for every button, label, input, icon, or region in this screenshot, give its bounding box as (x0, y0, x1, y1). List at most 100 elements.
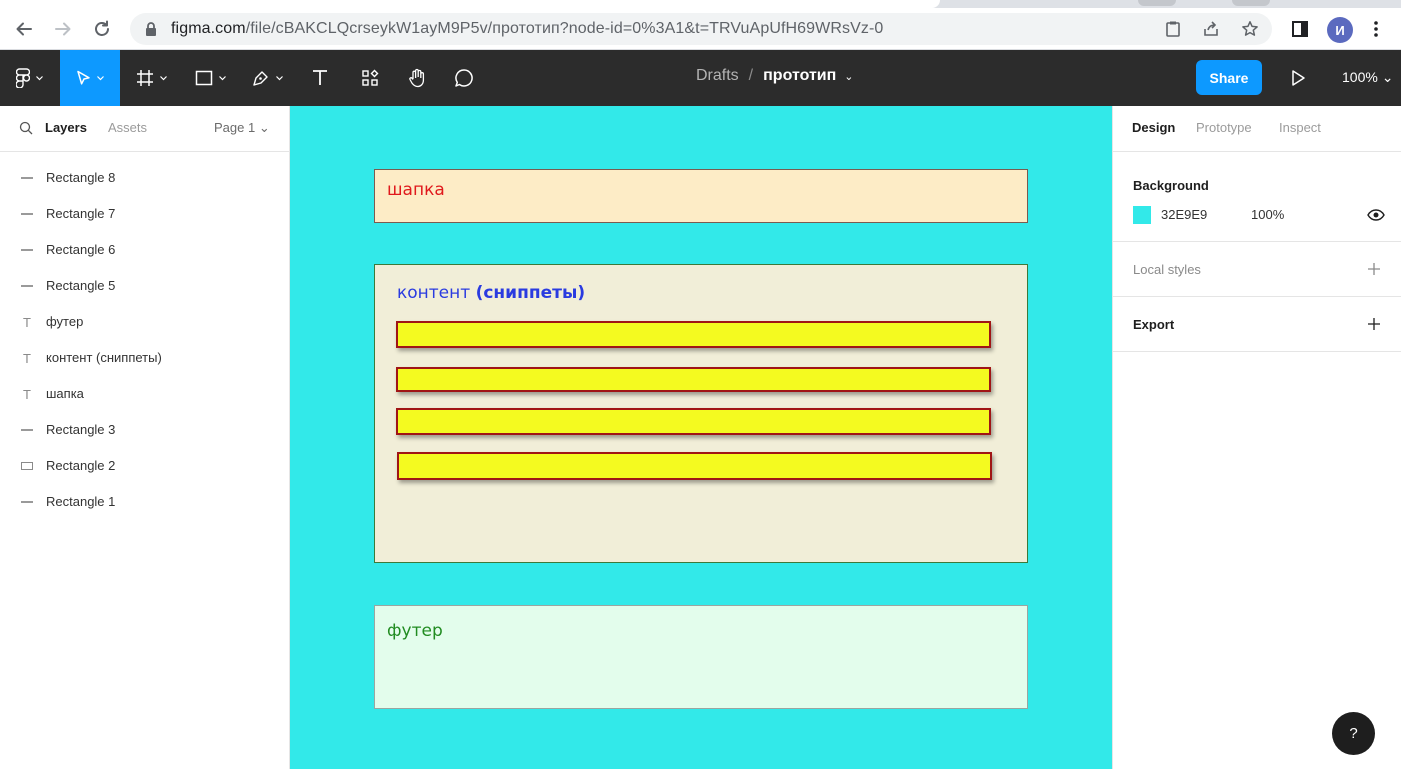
layer-name: Rectangle 1 (46, 494, 116, 509)
header-rectangle[interactable]: шапка (374, 169, 1028, 223)
footer-rectangle[interactable]: футер (374, 605, 1028, 709)
resources-tool[interactable] (350, 50, 390, 106)
move-tool[interactable] (60, 50, 120, 106)
frame-tool[interactable] (126, 50, 176, 106)
layer-row[interactable]: Rectangle 2 (0, 448, 289, 484)
background-hex-input[interactable]: 32E9E9 (1161, 207, 1207, 222)
page-label: Page 1 (214, 120, 256, 135)
content-label-bold: (сниппеты) (475, 283, 586, 303)
text-tool[interactable] (300, 50, 340, 106)
browser-tab[interactable] (1232, 0, 1270, 6)
frame-icon (136, 70, 153, 86)
tab-prototype[interactable]: Prototype (1196, 120, 1252, 135)
clipboard-icon[interactable] (1164, 20, 1182, 38)
tab-layers[interactable]: Layers (45, 120, 87, 135)
rectangle-icon (20, 460, 34, 472)
chevron-down-icon: ⌄ (258, 120, 270, 135)
help-button[interactable]: ? (1332, 712, 1375, 755)
right-panel-tabs: Design Prototype Inspect (1113, 106, 1401, 152)
snippet-rectangle[interactable] (396, 408, 991, 435)
content-text-layer[interactable]: контент (сниппеты) (397, 283, 585, 303)
eye-icon[interactable] (1367, 207, 1385, 223)
layer-name: Rectangle 7 (46, 206, 116, 221)
layer-row[interactable]: Rectangle 3 (0, 412, 289, 448)
text-icon: T (23, 314, 31, 330)
layer-row[interactable]: Tконтент (сниппеты) (0, 340, 289, 376)
side-panel-icon (1292, 21, 1308, 37)
text-icon: T (23, 350, 31, 366)
url-text: figma.com/file/cBAKCLQcrseykW1ayM9P5v/пр… (171, 20, 883, 38)
comment-icon (455, 69, 473, 87)
file-name[interactable]: прототип (763, 67, 836, 84)
main-menu-button[interactable] (0, 50, 58, 106)
snippet-rectangle[interactable] (397, 452, 992, 480)
background-opacity-input[interactable]: 100% (1251, 207, 1284, 222)
zoom-dropdown[interactable]: 100% ⌄ (1342, 69, 1393, 86)
comment-tool[interactable] (444, 50, 484, 106)
browser-active-tab[interactable] (0, 0, 940, 8)
lock-icon (146, 22, 156, 36)
text-icon: T (23, 386, 31, 402)
url-path: /file/cBAKCLQcrseykW1ayM9P5v/прототип?no… (245, 20, 884, 37)
chevron-down-icon (218, 75, 226, 80)
layer-row[interactable]: Tфутер (0, 304, 289, 340)
export-section: Export (1113, 297, 1401, 352)
layer-row[interactable]: Rectangle 1 (0, 484, 289, 520)
address-bar[interactable]: figma.com/file/cBAKCLQcrseykW1ayM9P5v/пр… (130, 13, 1272, 45)
layer-row[interactable]: Rectangle 6 (0, 232, 289, 268)
browser-menu-button[interactable] (1366, 17, 1386, 41)
browser-tab[interactable] (1138, 0, 1176, 6)
layer-row[interactable]: Tшапка (0, 376, 289, 412)
text-icon (313, 70, 327, 85)
layer-name: Rectangle 5 (46, 278, 116, 293)
rectangle-icon (195, 70, 212, 86)
file-breadcrumb[interactable]: Drafts / прототип ⌄ (696, 67, 854, 85)
left-panel-tabs: Layers Assets Page 1 ⌄ (0, 106, 289, 152)
tab-design[interactable]: Design (1132, 120, 1175, 135)
color-swatch[interactable] (1133, 206, 1151, 224)
pen-tool[interactable] (242, 50, 292, 106)
star-icon[interactable] (1241, 20, 1259, 38)
shape-tool[interactable] (184, 50, 236, 106)
line-icon (20, 280, 34, 292)
layer-row[interactable]: Rectangle 7 (0, 196, 289, 232)
profile-avatar[interactable]: И (1327, 17, 1353, 43)
plus-icon[interactable] (1367, 317, 1381, 331)
content-rectangle[interactable]: контент (сниппеты) (374, 264, 1028, 563)
page-selector[interactable]: Page 1 ⌄ (214, 120, 270, 136)
hand-tool[interactable] (398, 50, 438, 106)
layer-row[interactable]: Rectangle 5 (0, 268, 289, 304)
back-button[interactable] (12, 17, 36, 41)
present-play-icon[interactable] (1288, 68, 1308, 88)
plus-icon[interactable] (1367, 262, 1381, 276)
side-panel-button[interactable] (1288, 17, 1312, 41)
design-canvas[interactable]: шапка контент (сниппеты) футер (290, 106, 1112, 769)
tab-assets[interactable]: Assets (108, 120, 147, 135)
breadcrumb-separator: / (748, 67, 754, 84)
search-icon[interactable] (19, 121, 33, 135)
chevron-down-icon (35, 75, 43, 80)
snippet-rectangle[interactable] (396, 367, 991, 392)
zoom-level: 100% (1342, 69, 1378, 85)
layer-row[interactable]: Rectangle 8 (0, 160, 289, 196)
share-button[interactable]: Share (1196, 60, 1262, 95)
forward-button[interactable] (51, 17, 75, 41)
footer-text-layer[interactable]: футер (387, 621, 443, 641)
components-icon (362, 69, 379, 86)
layer-name: Rectangle 8 (46, 170, 116, 185)
snippet-rectangle[interactable] (396, 321, 991, 348)
figma-logo-icon (15, 68, 30, 88)
line-icon (20, 244, 34, 256)
breadcrumb-drafts[interactable]: Drafts (696, 67, 739, 84)
chevron-down-icon: ⌄ (1381, 69, 1394, 85)
share-icon[interactable] (1202, 20, 1220, 38)
chevron-down-icon[interactable]: ⌄ (844, 71, 853, 83)
header-text-layer[interactable]: шапка (387, 180, 445, 200)
more-vertical-icon (1374, 21, 1378, 37)
tab-inspect[interactable]: Inspect (1279, 120, 1321, 135)
arrow-right-icon (55, 22, 71, 36)
arrow-left-icon (16, 22, 32, 36)
chevron-down-icon (275, 75, 283, 80)
properties-panel: Design Prototype Inspect Background 32E9… (1112, 106, 1401, 769)
reload-button[interactable] (90, 17, 114, 41)
